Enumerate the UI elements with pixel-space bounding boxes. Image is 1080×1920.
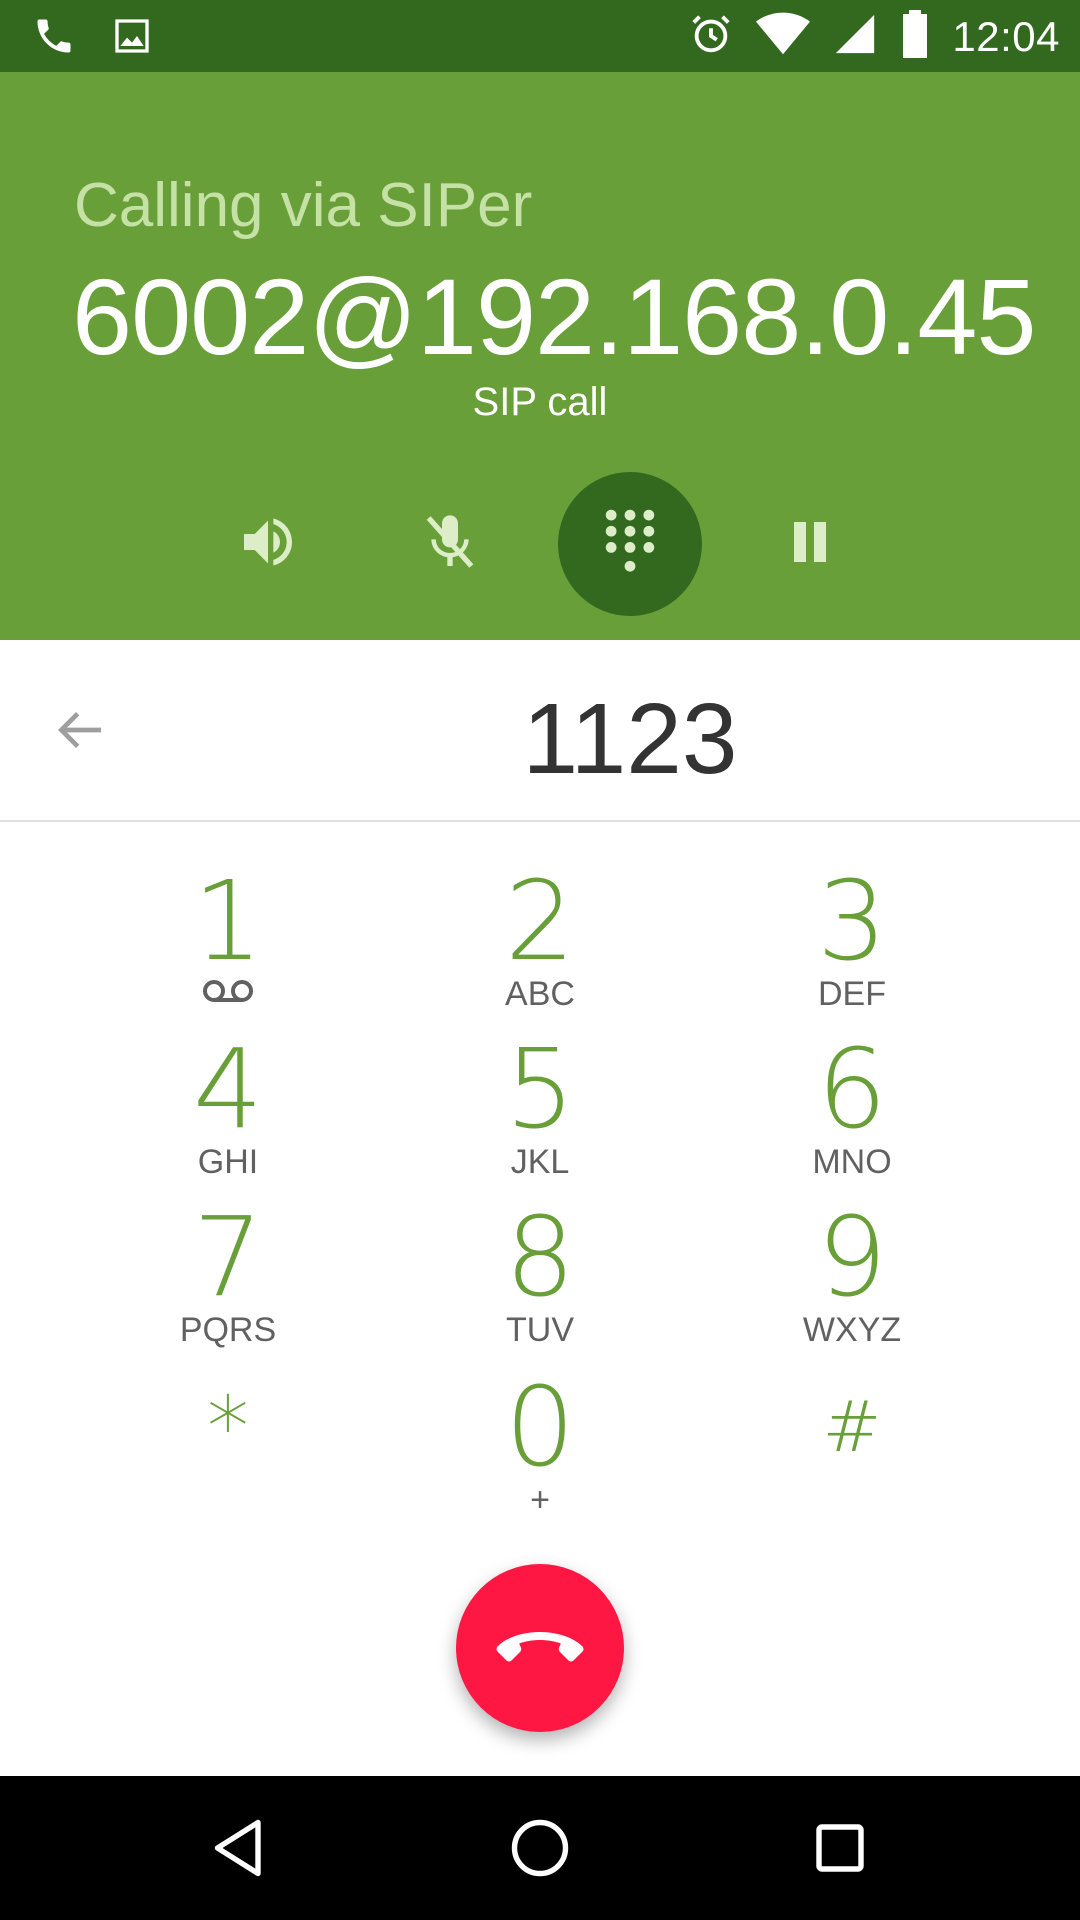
key-pound[interactable]: # — [702, 1372, 1002, 1532]
nav-home-button[interactable] — [504, 1812, 576, 1884]
nav-recents-button[interactable] — [804, 1812, 876, 1884]
key-9[interactable]: 9 WXYZ — [702, 1202, 1002, 1362]
key-letters: ABC — [505, 975, 575, 1013]
key-7[interactable]: 7 PQRS — [78, 1202, 378, 1362]
status-bar: 12:04 — [0, 0, 1080, 72]
end-call-icon — [494, 1622, 586, 1675]
key-digit: 0 — [505, 1363, 575, 1491]
signal-icon — [832, 11, 878, 62]
key-3[interactable]: 3 DEF — [702, 866, 1002, 1026]
call-header: Calling via SIPer 6002@192.168.0.45 SIP … — [0, 72, 1080, 640]
key-star[interactable]: * — [78, 1372, 378, 1532]
key-2[interactable]: 2 ABC — [390, 866, 690, 1026]
speaker-button[interactable] — [196, 472, 340, 616]
key-digit: 8 — [505, 1193, 575, 1321]
key-digit: 7 — [193, 1193, 263, 1321]
key-letters: JKL — [510, 1143, 570, 1181]
battery-icon — [900, 10, 930, 63]
key-1[interactable]: 1 — [78, 866, 378, 1026]
call-type-label: SIP call — [472, 380, 608, 424]
key-letters: GHI — [197, 1143, 259, 1181]
key-digit: 6 — [817, 1025, 887, 1153]
dialed-digits: 1123 — [522, 683, 738, 795]
key-0[interactable]: 0 + — [390, 1372, 690, 1532]
callee-address: 6002@192.168.0.45 — [72, 256, 1036, 377]
key-letters: MNO — [812, 1143, 892, 1181]
key-digit: 4 — [193, 1025, 263, 1153]
key-letters: DEF — [818, 975, 886, 1013]
recents-icon — [804, 1824, 876, 1888]
key-letters: + — [530, 1481, 550, 1519]
key-digit: 9 — [817, 1193, 887, 1321]
wifi-icon — [756, 11, 811, 62]
end-call-button[interactable] — [456, 1564, 624, 1732]
pause-icon — [786, 518, 834, 571]
alarm-icon — [688, 11, 734, 62]
image-icon — [112, 16, 152, 61]
phone-icon — [32, 14, 76, 63]
key-digit: 5 — [505, 1025, 575, 1153]
key-4[interactable]: 4 GHI — [78, 1034, 378, 1194]
key-8[interactable]: 8 TUV — [390, 1202, 690, 1362]
mute-icon — [418, 510, 482, 579]
back-icon — [204, 1819, 276, 1888]
voicemail-icon — [78, 976, 378, 1016]
key-digit: 2 — [505, 857, 575, 985]
digits-display: 1123 — [0, 640, 1080, 822]
key-letters: PQRS — [179, 1311, 277, 1349]
speaker-icon — [236, 510, 300, 579]
home-icon — [504, 1819, 576, 1888]
calling-via-label: Calling via SIPer — [74, 171, 533, 240]
key-digit: 3 — [817, 857, 887, 985]
key-letters: WXYZ — [802, 1311, 902, 1349]
mute-button[interactable] — [378, 472, 522, 616]
key-6[interactable]: 6 MNO — [702, 1034, 1002, 1194]
key-digit: 1 — [193, 857, 263, 985]
nav-back-button[interactable] — [204, 1812, 276, 1884]
dialpad-button[interactable] — [558, 472, 702, 616]
status-clock: 12:04 — [952, 12, 1060, 60]
key-digit: # — [822, 1386, 882, 1468]
key-letters: TUV — [506, 1311, 574, 1349]
hold-button[interactable] — [738, 472, 882, 616]
key-digit: * — [207, 1378, 249, 1476]
navigation-bar — [0, 1776, 1080, 1920]
key-5[interactable]: 5 JKL — [390, 1034, 690, 1194]
dialpad-icon — [602, 507, 658, 582]
